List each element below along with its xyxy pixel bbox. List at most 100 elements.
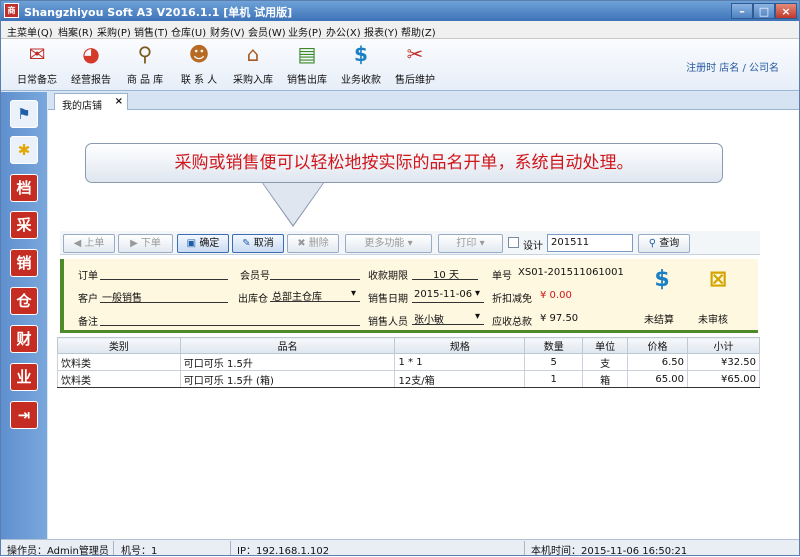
lock-icon[interactable]: ⊠ [706,267,730,292]
date-field[interactable]: 2015-11-06 [412,289,484,303]
sales-seal-icon[interactable]: 销 [10,249,38,277]
menu-member[interactable]: 会员(W) [248,24,286,39]
close-tab-icon[interactable]: × [115,96,123,107]
action-bar: ◀ 上单 ▶ 下单 ▣ 确定 ✎ 取消 ✖ 删除 更多功能 ▾ 打印 ▾ 设计 … [60,231,760,255]
purchase-seal-icon[interactable]: 采 [10,211,38,239]
toolbar-products-button[interactable]: ⚲ 商 品 库 [121,41,169,89]
menu-bar: 主菜单(Q) 档案(R) 采购(P) 销售(T) 仓库(U) 财务(V) 会员(… [1,21,799,39]
cancel-button[interactable]: ✎ 取消 [232,234,284,253]
minimize-button[interactable]: – [731,3,753,19]
toolbar-service-button[interactable]: ✂ 售后维护 [391,41,439,89]
flag-icon[interactable]: ⚑ [10,100,38,128]
unaudited-label[interactable]: 未审核 [698,311,728,326]
tip-callout: 采购或销售便可以轻松地按实际的品名开单，系统自动处理。 [85,143,723,183]
design-label: 设计 [523,241,543,252]
magnifier-icon: ⚲ [137,42,153,66]
customer-field[interactable]: 一般销售 [100,289,228,304]
unsettled-label[interactable]: 未结算 [644,311,674,326]
callout-pointer-fill [263,183,323,225]
delete-button[interactable]: ✖ 删除 [287,234,339,253]
toolbar-memo-button[interactable]: ✉ 日常备忘 [13,41,61,89]
toolbar-collection-button[interactable]: $ 业务收款 [337,41,385,89]
menu-business[interactable]: 业务(P) [288,24,322,39]
search-icon: ⚲ [648,238,660,249]
search-input[interactable]: 201511 [547,234,633,252]
menu-office[interactable]: 办公(X) [326,24,361,39]
operator-status: 操作员：Admin管理员 [7,546,109,557]
maximize-button[interactable]: □ [753,3,775,19]
menu-reports[interactable]: 报表(Y) [364,24,398,39]
next-order-button[interactable]: ▶ 下单 [118,234,173,253]
business-seal-icon[interactable]: 业 [10,363,38,391]
confirm-button[interactable]: ▣ 确定 [177,234,229,253]
col-name[interactable]: 品名 [179,337,396,354]
chevron-down-icon: ▾ [351,288,357,299]
col-quantity[interactable]: 数量 [524,337,584,354]
toolbar-contacts-button[interactable]: ☻ 联 系 人 [175,41,223,89]
order-field[interactable] [100,266,228,280]
warehouse-select[interactable]: 总部主仓库 [270,288,360,303]
col-category[interactable]: 类别 [57,337,181,354]
period-field[interactable]: 10 天 [412,266,478,281]
pie-chart-icon: ◕ [82,42,100,66]
customer-label: 客户 [78,294,98,305]
lightbulb-icon[interactable]: ✱ [10,136,38,164]
col-unit[interactable]: 单位 [582,337,629,354]
chevron-down-icon: ▾ [475,288,481,299]
col-price[interactable]: 价格 [627,337,689,354]
salesperson-select[interactable]: 张小敏 [412,311,484,326]
exit-icon[interactable]: ⇥ [10,401,38,429]
design-checkbox[interactable] [508,237,519,248]
total-value: ¥ 97.50 [540,313,579,324]
app-icon: 商 [4,3,19,18]
menu-sales[interactable]: 销售(T) [134,24,168,39]
prev-order-button[interactable]: ◀ 上单 [63,234,115,253]
dollar-icon[interactable]: $ [650,267,674,292]
app-window: 商 Shangzhiyou Soft A3 V2016.1.1 [单机 试用版]… [0,0,800,557]
envelope-icon: ✉ [28,42,46,66]
save-icon: ▣ [186,238,200,249]
archive-seal-icon[interactable]: 档 [10,174,38,202]
dollar-icon: $ [354,42,368,66]
toolbar-purchase-in-button[interactable]: ⌂ 采购入库 [229,41,277,89]
menu-archive[interactable]: 档案(R) [58,24,93,39]
toolbar-report-button[interactable]: ◕ 经营报告 [67,41,115,89]
more-functions-button[interactable]: 更多功能 ▾ [345,234,432,253]
finance-seal-icon[interactable]: 财 [10,325,38,353]
order-number-value: XS01-201511061001 [518,267,624,278]
note-field[interactable] [100,312,360,326]
window-title: Shangzhiyou Soft A3 V2016.1.1 [单机 试用版] [24,6,293,19]
print-button[interactable]: 打印 ▾ [438,234,503,253]
order-items-table: 类别 品名 规格 数量 单位 价格 小计 饮料类 可口可乐 1.5升 1 * 1… [57,337,760,388]
menu-main[interactable]: 主菜单(Q) [7,24,53,39]
order-number-label: 单号 [492,271,512,282]
total-label: 应收总款 [492,317,532,328]
toolbar-sales-out-button[interactable]: ▤ 销售出库 [283,41,331,89]
table-row[interactable]: 饮料类 可口可乐 1.5升 (箱) 12支/箱 1 箱 65.00 ¥65.00 [57,370,760,388]
query-button[interactable]: ⚲ 查询 [638,234,690,253]
menu-finance[interactable]: 财务(V) [210,24,245,39]
discount-label: 折扣减免 [492,294,532,305]
warehouse-label: 出库仓 [238,294,268,305]
title-bar: 商 Shangzhiyou Soft A3 V2016.1.1 [单机 试用版]… [1,1,799,21]
machine-status: 机号：1 [121,546,158,557]
close-button[interactable]: × [775,3,797,19]
register-info[interactable]: 注册时 店名 / 公司名 [686,59,779,74]
member-label: 会员号 [240,271,270,282]
menu-help[interactable]: 帮助(Z) [401,24,436,39]
table-row[interactable]: 饮料类 可口可乐 1.5升 1 * 1 5 支 6.50 ¥32.50 [57,353,760,371]
table-header: 类别 品名 规格 数量 单位 价格 小计 [57,337,760,354]
order-label: 订单 [78,271,98,282]
tab-bar: 我的店铺 × [48,92,799,112]
toolbar: ✉ 日常备忘 ◕ 经营报告 ⚲ 商 品 库 ☻ 联 系 人 ⌂ 采购入库 ▤ 销… [1,39,799,91]
warehouse-seal-icon[interactable]: 仓 [10,287,38,315]
money-icon: ▤ [297,42,317,66]
col-spec[interactable]: 规格 [394,337,526,354]
period-label: 收款期限 [368,271,408,282]
member-field[interactable] [270,266,360,280]
status-bar: 操作员：Admin管理员 机号：1 IP：192.168.1.102 本机时间：… [1,539,799,557]
col-subtotal[interactable]: 小计 [687,337,760,354]
menu-purchase[interactable]: 采购(P) [97,24,131,39]
tab-my-store[interactable]: 我的店铺 × [54,93,128,112]
menu-warehouse[interactable]: 仓库(U) [171,24,206,39]
